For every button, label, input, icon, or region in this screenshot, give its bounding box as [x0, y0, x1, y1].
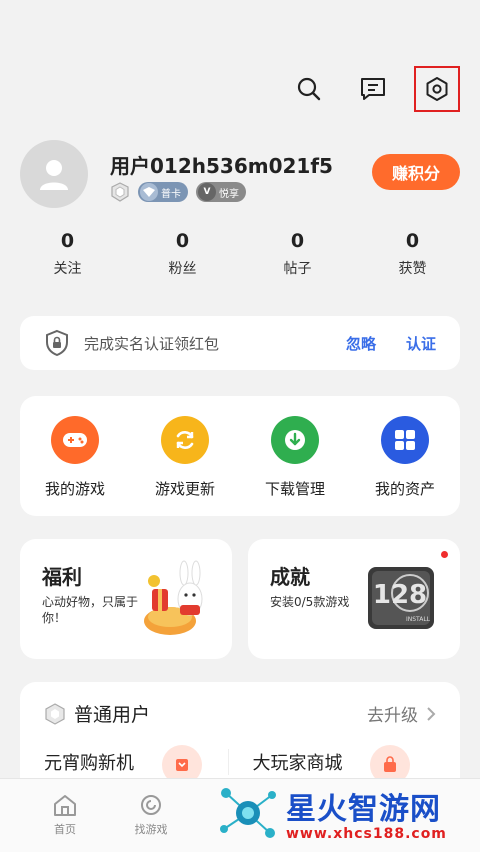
- stat-label: 关注: [53, 261, 82, 277]
- watermark-text: 星火智游网 www.xhcs188.com: [286, 784, 447, 842]
- vip-badge-label: 普卡: [161, 188, 181, 200]
- message-button[interactable]: [350, 66, 396, 112]
- quick-label: 游戏更新: [154, 480, 215, 498]
- rabbit-gift-illustration: [144, 560, 203, 635]
- avatar[interactable]: [20, 140, 88, 208]
- quick-label: 我的游戏: [44, 480, 105, 498]
- stat-posts[interactable]: 0 帖子: [240, 230, 355, 278]
- verify-link[interactable]: 认证: [406, 333, 436, 354]
- tab-discover[interactable]: 找游戏: [108, 779, 194, 852]
- member-level-icon: [45, 702, 65, 725]
- settings-button[interactable]: [414, 66, 460, 112]
- stat-fans[interactable]: 0 粉丝: [125, 230, 240, 278]
- network-logo-icon: [220, 788, 276, 838]
- download-manager-button[interactable]: 下载管理: [240, 416, 350, 516]
- membership-title: 普通用户: [74, 704, 151, 726]
- earn-points-button[interactable]: 赚积分: [372, 154, 460, 190]
- home-icon: [54, 795, 76, 816]
- quick-label: 我的资产: [374, 480, 435, 498]
- stat-label: 帖子: [283, 261, 312, 277]
- stat-following[interactable]: 0 关注: [10, 230, 125, 278]
- quick-actions: 我的游戏 游戏更新 下载管理 我的资产: [20, 396, 460, 516]
- upgrade-link[interactable]: 去升级: [367, 701, 436, 726]
- verify-text: 完成实名认证领红包: [84, 334, 220, 353]
- stats-row: 0 关注 0 粉丝 0 帖子 0 获赞: [10, 230, 470, 278]
- watermark-title: 星火智游网: [286, 792, 441, 827]
- refresh-icon: [161, 416, 209, 464]
- vip-badge[interactable]: 普卡: [138, 182, 188, 202]
- shield-lock-icon: [46, 329, 68, 357]
- benefit-player-mall[interactable]: 大玩家商城: [229, 745, 437, 785]
- tab-label: 找游戏: [134, 823, 168, 836]
- stat-value: 0: [290, 230, 305, 252]
- install-medal-illustration: 128 INSTALL: [368, 567, 434, 629]
- medal-caption: INSTALL: [406, 616, 431, 623]
- notification-dot: [441, 551, 448, 558]
- stat-value: 0: [405, 230, 420, 252]
- stat-label: 粉丝: [168, 261, 197, 277]
- stat-value: 0: [175, 230, 190, 252]
- grid-icon: [381, 416, 429, 464]
- my-games-button[interactable]: 我的游戏: [20, 416, 130, 516]
- search-icon: [297, 77, 321, 101]
- v-icon: V: [198, 183, 216, 201]
- profile-header: 用户012h536m021f5 普卡 V 悦享 赚积分: [20, 140, 460, 210]
- game-update-button[interactable]: 游戏更新: [130, 416, 240, 516]
- badge-row: 普卡 V 悦享: [110, 182, 246, 202]
- welfare-subtitle: 心动好物，只属于你！: [42, 595, 139, 625]
- my-assets-button[interactable]: 我的资产: [350, 416, 460, 516]
- discover-icon: [141, 795, 161, 815]
- level-shield-icon[interactable]: [110, 182, 130, 202]
- chevron-right-icon: [427, 706, 436, 721]
- medal-number: 128: [373, 580, 427, 610]
- tab-home[interactable]: 首页: [22, 779, 108, 852]
- membership-header[interactable]: 普通用户 去升级: [44, 700, 436, 727]
- tab-label: 首页: [54, 823, 76, 836]
- achievement-card[interactable]: 成就 安装0/5款游戏 128 INSTALL: [248, 539, 460, 659]
- share-badge-label: 悦享: [219, 188, 239, 200]
- watermark-url: www.xhcs188.com: [286, 826, 447, 842]
- stat-label: 获赞: [398, 261, 427, 277]
- search-button[interactable]: [286, 66, 332, 112]
- benefit-label: 元宵购新机: [44, 753, 134, 774]
- top-toolbar: [286, 66, 460, 112]
- achievement-subtitle: 安装0/5款游戏: [270, 595, 350, 609]
- user-silhouette-icon: [40, 160, 68, 190]
- stat-value: 0: [60, 230, 75, 252]
- share-badge[interactable]: V 悦享: [196, 182, 246, 202]
- stat-likes[interactable]: 0 获赞: [355, 230, 470, 278]
- benefit-label: 大玩家商城: [252, 753, 343, 774]
- quick-label: 下载管理: [264, 480, 325, 498]
- realname-verify-banner: 完成实名认证领红包 忽略 认证: [20, 316, 460, 370]
- download-icon: [271, 416, 319, 464]
- upgrade-label: 去升级: [367, 706, 418, 726]
- benefit-lantern-phone[interactable]: 元宵购新机: [44, 745, 229, 785]
- message-icon: [361, 78, 385, 100]
- welfare-card[interactable]: 福利 心动好物，只属于你！: [20, 539, 232, 659]
- gamepad-icon: [51, 416, 99, 464]
- vip-card-icon: [140, 183, 158, 201]
- username[interactable]: 用户012h536m021f5: [110, 150, 333, 179]
- membership-benefits: 元宵购新机 大玩家商城: [44, 745, 437, 785]
- ignore-link[interactable]: 忽略: [346, 333, 376, 354]
- site-watermark: 星火智游网 www.xhcs188.com: [216, 778, 474, 848]
- settings-icon: [426, 77, 448, 101]
